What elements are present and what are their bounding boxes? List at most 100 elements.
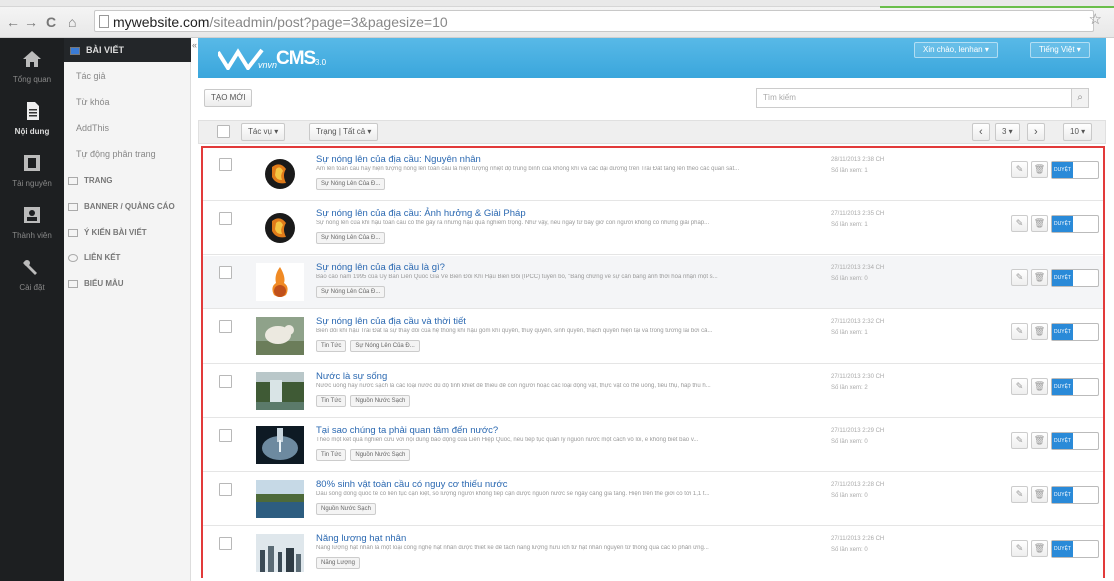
delete-icon[interactable]: 🗑 (1031, 540, 1048, 557)
select-all-checkbox[interactable] (217, 125, 230, 138)
post-title-link[interactable]: Nước là sự sống (316, 371, 387, 382)
tag-chip[interactable]: Sự Nóng Lên Của Đ... (350, 340, 420, 352)
toggle-label: DUYỆT (1052, 216, 1073, 232)
submenu-keywords[interactable]: Từ khóa (64, 90, 191, 114)
submenu-label: TRANG (84, 176, 113, 185)
home-icon[interactable]: ⌂ (68, 14, 76, 30)
row-checkbox[interactable] (219, 266, 232, 279)
delete-icon[interactable]: 🗑 (1031, 486, 1048, 503)
edit-icon[interactable]: ✎ (1011, 323, 1028, 340)
tag-chip[interactable]: Sự Nóng Lên Của Đ... (316, 286, 386, 298)
search-icon[interactable]: ⌕ (1071, 88, 1089, 108)
post-thumbnail[interactable] (256, 480, 304, 518)
post-title-link[interactable]: 80% sinh vật toàn cầu có nguy cơ thiếu n… (316, 479, 508, 490)
submenu-comments[interactable]: Ý KIẾN BÀI VIẾT (64, 221, 191, 245)
post-excerpt: Nước uống hay nước sạch là các loại nước… (316, 383, 711, 389)
post-title-link[interactable]: Tại sao chúng ta phải quan tâm đến nước? (316, 425, 498, 436)
post-row: Sự nóng lên của địa cầu: Ảnh hưởng & Giả… (203, 202, 1103, 255)
delete-icon[interactable]: 🗑 (1031, 323, 1048, 340)
tag-chip[interactable]: Sự Nóng Lên Của Đ... (316, 232, 386, 244)
sidebar-item-content[interactable]: Nội dung (0, 96, 64, 148)
prev-page-button[interactable]: ‹ (972, 123, 990, 141)
post-thumbnail[interactable] (256, 372, 304, 410)
post-thumbnail[interactable] (256, 209, 304, 247)
post-title-link[interactable]: Sự nóng lên của địa cầu: Ảnh hưởng & Giả… (316, 208, 526, 219)
publish-toggle[interactable]: DUYỆT (1051, 378, 1099, 396)
row-checkbox[interactable] (219, 320, 232, 333)
edit-icon[interactable]: ✎ (1011, 378, 1028, 395)
status-dropdown[interactable]: Trạng | Tất cả ▾ (309, 123, 379, 141)
submenu-posts[interactable]: BÀI VIẾT (64, 38, 191, 62)
post-title-link[interactable]: Sự nóng lên của địa cầu và thời tiết (316, 316, 466, 327)
edit-icon[interactable]: ✎ (1011, 215, 1028, 232)
submenu-forms[interactable]: BIỂU MẪU (64, 272, 191, 296)
tag-chip[interactable]: Nguồn Nước Sạch (350, 449, 411, 461)
edit-icon[interactable]: ✎ (1011, 161, 1028, 178)
language-button[interactable]: Tiếng Việt ▾ (1030, 42, 1090, 58)
edit-icon[interactable]: ✎ (1011, 432, 1028, 449)
post-thumbnail[interactable] (256, 426, 304, 464)
post-title-link[interactable]: Sự nóng lên của địa cầu: Nguyên nhân (316, 154, 481, 165)
forward-icon[interactable]: → (24, 14, 38, 30)
page-select[interactable]: 3 ▾ (995, 123, 1020, 141)
delete-icon[interactable]: 🗑 (1031, 215, 1048, 232)
post-thumbnail[interactable] (256, 534, 304, 572)
tag-chip[interactable]: Tin Tức (316, 449, 347, 461)
submenu-authors[interactable]: Tác giả (64, 64, 191, 88)
publish-toggle[interactable]: DUYỆT (1051, 215, 1099, 233)
row-checkbox[interactable] (219, 429, 232, 442)
publish-toggle[interactable]: DUYỆT (1051, 486, 1099, 504)
user-menu-button[interactable]: Xin chào, lenhan ▾ (914, 42, 998, 58)
page-size-select[interactable]: 10 ▾ (1063, 123, 1093, 141)
edit-icon[interactable]: ✎ (1011, 269, 1028, 286)
delete-icon[interactable]: 🗑 (1031, 161, 1048, 178)
publish-toggle[interactable]: DUYỆT (1051, 432, 1099, 450)
search-input[interactable]: Tìm kiếm ⌕ (756, 88, 1089, 108)
next-page-button[interactable]: › (1027, 123, 1045, 141)
bookmark-star-icon[interactable]: ☆ (1089, 10, 1102, 28)
publish-toggle[interactable]: DUYỆT (1051, 540, 1099, 558)
post-thumbnail[interactable] (256, 263, 304, 301)
submenu-banners[interactable]: BANNER / QUẢNG CÁO (64, 195, 191, 219)
logo-version: 3.0 (315, 58, 327, 67)
sidebar-item-resources[interactable]: Tài nguyên (0, 148, 64, 200)
create-new-button[interactable]: TẠO MỚI (204, 89, 253, 107)
edit-icon[interactable]: ✎ (1011, 486, 1028, 503)
submenu-auto-paging[interactable]: Tự động phân trang (64, 142, 191, 166)
post-title-link[interactable]: Sự nóng lên của địa cầu là gì? (316, 262, 445, 273)
edit-icon[interactable]: ✎ (1011, 540, 1028, 557)
post-date: 27/11/2013 2:28 CH (831, 482, 885, 488)
post-thumbnail[interactable] (256, 317, 304, 355)
content-submenu: BÀI VIẾT Tác giả Từ khóa AddThis Tự động… (64, 38, 191, 581)
delete-icon[interactable]: 🗑 (1031, 378, 1048, 395)
tag-chip[interactable]: Tin Tức (316, 340, 347, 352)
reload-icon[interactable]: C (46, 14, 56, 30)
row-checkbox[interactable] (219, 375, 232, 388)
delete-icon[interactable]: 🗑 (1031, 269, 1048, 286)
tag-chip[interactable]: Tin Tức (316, 395, 347, 407)
post-thumbnail[interactable] (256, 155, 304, 193)
tag-chip[interactable]: Sự Nóng Lên Của Đ... (316, 178, 386, 190)
sidebar-item-settings[interactable]: Cài đặt (0, 252, 64, 304)
sidebar-item-members[interactable]: Thành viên (0, 200, 64, 252)
row-checkbox[interactable] (219, 537, 232, 550)
tag-chip[interactable]: Nguồn Nước Sạch (316, 503, 376, 515)
publish-toggle[interactable]: DUYỆT (1051, 323, 1099, 341)
sidebar-item-overview[interactable]: Tổng quan (0, 44, 64, 96)
tag-chip[interactable]: Năng Lượng (316, 557, 360, 569)
back-icon[interactable]: ← (6, 14, 20, 30)
publish-toggle[interactable]: DUYỆT (1051, 161, 1099, 179)
row-checkbox[interactable] (219, 212, 232, 225)
row-checkbox[interactable] (219, 158, 232, 171)
address-bar[interactable]: mywebsite.com/siteadmin/post?page=3&page… (94, 10, 1094, 32)
row-checkbox[interactable] (219, 483, 232, 496)
action-dropdown[interactable]: Tác vụ ▾ (241, 123, 286, 141)
delete-icon[interactable]: 🗑 (1031, 432, 1048, 449)
submenu-links[interactable]: LIÊN KẾT (64, 246, 191, 270)
publish-toggle[interactable]: DUYỆT (1051, 269, 1099, 287)
tag-chip[interactable]: Nguồn Nước Sạch (350, 395, 411, 407)
post-title-link[interactable]: Năng lượng hạt nhân (316, 533, 406, 544)
submenu-pages[interactable]: TRANG (64, 169, 191, 193)
submenu-addthis[interactable]: AddThis (64, 116, 191, 140)
post-tags: Tin Tức Nguồn Nước Sạch (316, 447, 414, 461)
